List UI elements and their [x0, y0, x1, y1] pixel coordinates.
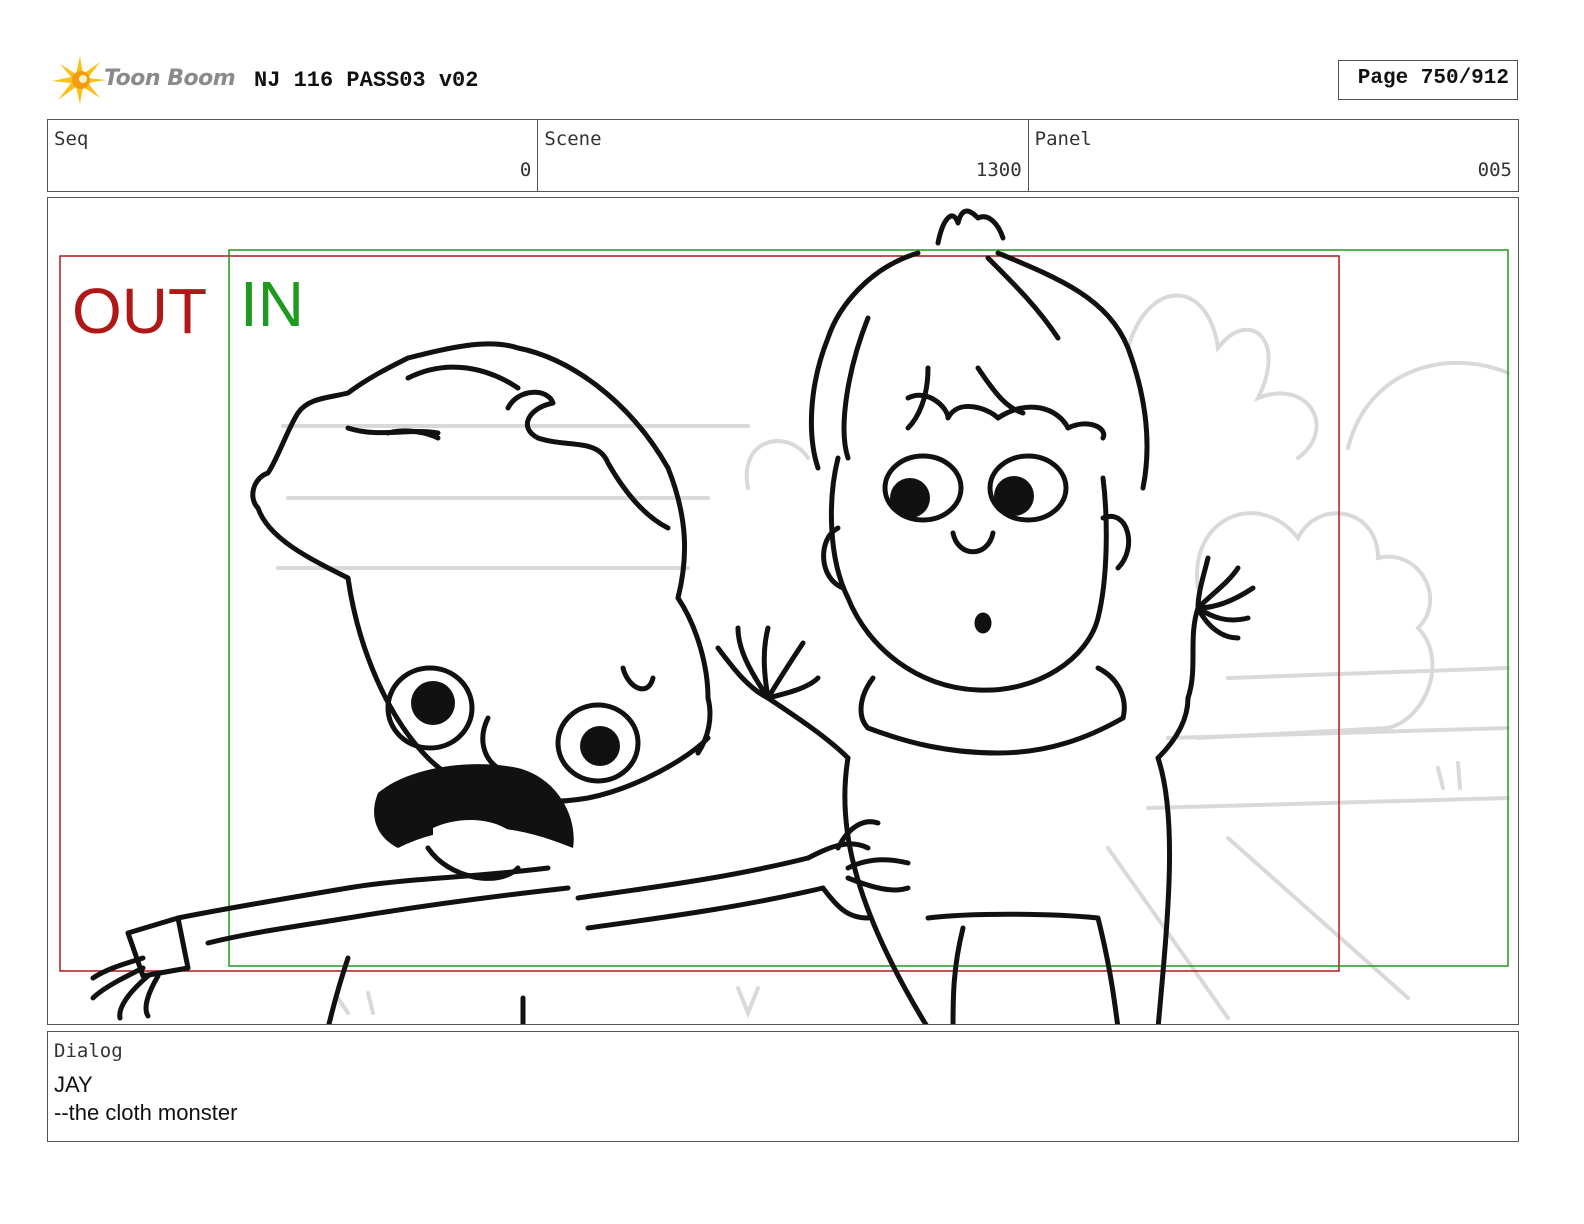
project-title: NJ 116 PASS03 v02 — [254, 68, 479, 93]
toon-boom-star-icon — [52, 56, 106, 104]
dialog-speaker: JAY — [54, 1072, 93, 1097]
page-indicator: Page 750/912 — [1338, 60, 1518, 100]
toon-boom-logo: Toon Boom — [50, 52, 240, 108]
out-label: OUT — [72, 275, 207, 347]
character-right — [715, 208, 1256, 1024]
panel-value: 005 — [1477, 159, 1512, 181]
dialog-line: --the cloth monster — [54, 1100, 238, 1125]
storyboard-drawing: OUT IN — [59, 208, 1510, 1024]
info-row: Seq 0 Scene 1300 Panel 005 — [47, 119, 1519, 192]
panel-cell: Panel 005 — [1029, 120, 1518, 191]
dialog-box: Dialog JAY --the cloth monster — [47, 1031, 1519, 1142]
in-label: IN — [240, 268, 304, 340]
scene-label: Scene — [544, 128, 602, 150]
seq-value: 0 — [519, 159, 532, 181]
storyboard-panel: OUT IN — [47, 197, 1519, 1025]
character-left-mouth — [374, 764, 574, 848]
character-left-pupils — [411, 681, 620, 766]
dialog-label: Dialog — [54, 1040, 123, 1062]
logo-text: Toon Boom — [104, 66, 236, 91]
panel-label: Panel — [1034, 128, 1092, 150]
scene-value: 1300 — [975, 159, 1022, 181]
seq-cell: Seq 0 — [48, 120, 539, 191]
scene-cell: Scene 1300 — [538, 120, 1029, 191]
out-frame — [59, 255, 1340, 972]
character-left — [90, 341, 911, 1024]
seq-label: Seq — [54, 128, 89, 150]
page-label: Page 750/912 — [1357, 67, 1509, 90]
